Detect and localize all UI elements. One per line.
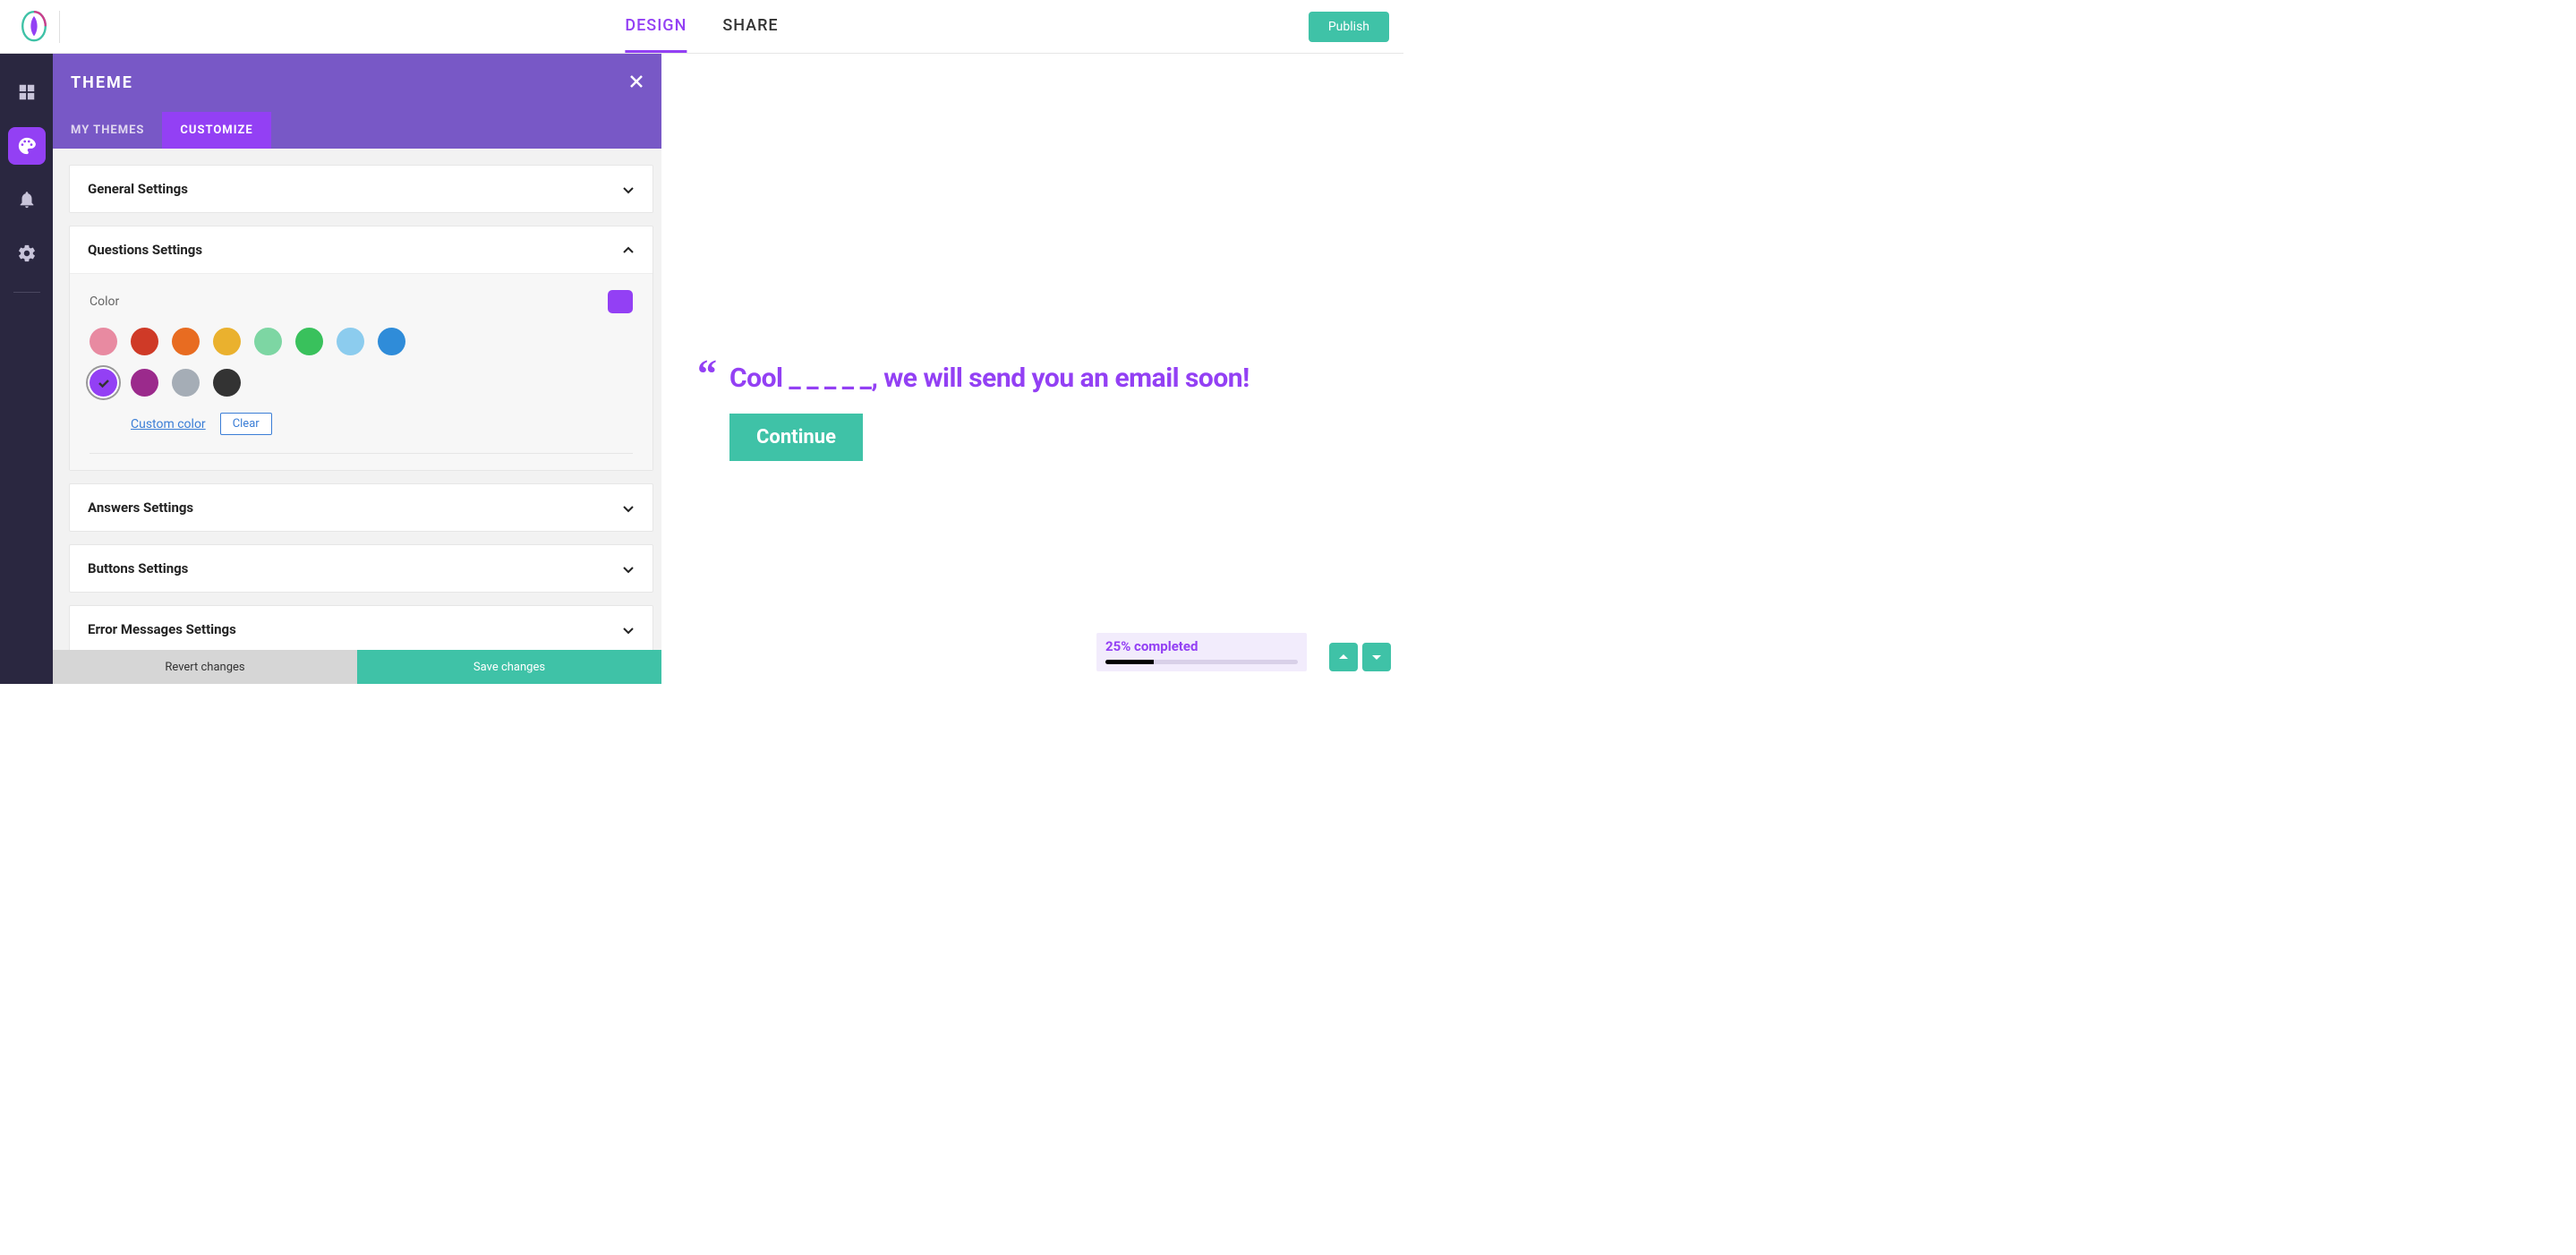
accordion-buttons: Buttons Settings (69, 544, 653, 593)
revert-changes-button[interactable]: Revert changes (53, 650, 357, 684)
quote-icon: “ (697, 363, 717, 386)
top-tabs: DESIGN SHARE (625, 0, 778, 53)
progress-box: 25% completed (1096, 633, 1307, 671)
left-nav (0, 54, 53, 684)
topbar: DESIGN SHARE Publish (0, 0, 1403, 54)
accordion-title: Buttons Settings (88, 560, 188, 576)
custom-color-link[interactable]: Custom color (131, 417, 206, 431)
nav-notifications[interactable] (8, 181, 46, 218)
close-icon (629, 74, 644, 89)
clear-color-button[interactable]: Clear (220, 413, 272, 435)
continue-button[interactable]: Continue (729, 414, 863, 461)
progress-bar (1105, 660, 1298, 664)
progress-label: 25% completed (1105, 638, 1298, 654)
chevron-down-icon (622, 562, 635, 575)
selected-color-swatch[interactable] (608, 290, 633, 313)
accordion-answers: Answers Settings (69, 483, 653, 532)
nav-settings[interactable] (8, 235, 46, 272)
close-panel-button[interactable] (629, 74, 644, 92)
gear-icon (17, 243, 37, 263)
panel-title: THEME (71, 73, 133, 92)
check-icon (97, 376, 111, 390)
topbar-divider (59, 11, 60, 43)
accordion-head-buttons[interactable]: Buttons Settings (70, 545, 653, 592)
swatch-lightblue[interactable] (337, 328, 364, 355)
tab-design[interactable]: DESIGN (625, 0, 687, 53)
theme-panel: THEME MY THEMES CUSTOMIZE General Settin… (53, 54, 661, 684)
panel-footer: Revert changes Save changes (53, 650, 661, 684)
nav-divider (13, 292, 40, 293)
panel-tab-my-themes[interactable]: MY THEMES (53, 112, 162, 149)
chevron-down-icon (622, 623, 635, 636)
accordion-title: Error Messages Settings (88, 621, 236, 637)
swatch-gray[interactable] (172, 369, 200, 397)
panel-tabs: MY THEMES CUSTOMIZE (53, 112, 661, 149)
accordion-head-questions[interactable]: Questions Settings (70, 226, 653, 273)
preview-pane: “ Cool _ _ _ _ _, we will send you an em… (661, 54, 1403, 684)
save-changes-button[interactable]: Save changes (357, 650, 661, 684)
accordion-questions: Questions Settings Color (69, 226, 653, 471)
swatch-pink[interactable] (90, 328, 117, 355)
swatch-blue[interactable] (378, 328, 405, 355)
swatch-yellow[interactable] (213, 328, 241, 355)
accordion-head-general[interactable]: General Settings (70, 166, 653, 212)
swatch-green[interactable] (295, 328, 323, 355)
accordion-title: Questions Settings (88, 242, 202, 258)
chevron-down-icon (622, 183, 635, 195)
palette-icon (17, 136, 37, 156)
prev-question-button[interactable] (1329, 643, 1358, 671)
panel-body[interactable]: General Settings Questions Settings Colo… (53, 149, 661, 684)
nav-dashboard[interactable] (8, 73, 46, 111)
accordion-head-errors[interactable]: Error Messages Settings (70, 606, 653, 653)
swatch-purple[interactable] (90, 369, 117, 397)
bell-icon (17, 190, 37, 209)
accordion-title: General Settings (88, 181, 188, 197)
publish-button[interactable]: Publish (1309, 12, 1389, 42)
app-logo (20, 9, 48, 45)
chevron-up-icon (622, 243, 635, 256)
swatch-mint[interactable] (254, 328, 282, 355)
color-swatches (90, 328, 412, 397)
preview-heading: Cool _ _ _ _ _, we will send you an emai… (729, 363, 1250, 394)
swatch-magenta[interactable] (131, 369, 158, 397)
panel-header: THEME (53, 54, 661, 112)
chevron-down-icon (1370, 651, 1383, 663)
chevron-down-icon (622, 501, 635, 514)
dashboard-icon (17, 82, 37, 102)
color-label: Color (90, 295, 119, 309)
nav-theme[interactable] (8, 127, 46, 165)
progress-fill (1105, 660, 1154, 664)
accordion-title: Answers Settings (88, 499, 193, 516)
accordion-body-questions: Color (70, 273, 653, 470)
accordion-errors: Error Messages Settings (69, 605, 653, 653)
chevron-up-icon (1337, 651, 1350, 663)
swatch-orange[interactable] (172, 328, 200, 355)
accordion-head-answers[interactable]: Answers Settings (70, 484, 653, 531)
panel-tab-customize[interactable]: CUSTOMIZE (162, 112, 270, 149)
accordion-general: General Settings (69, 165, 653, 213)
swatch-red[interactable] (131, 328, 158, 355)
next-question-button[interactable] (1362, 643, 1391, 671)
tab-share[interactable]: SHARE (722, 0, 778, 53)
nav-arrows (1329, 643, 1391, 671)
swatch-black[interactable] (213, 369, 241, 397)
